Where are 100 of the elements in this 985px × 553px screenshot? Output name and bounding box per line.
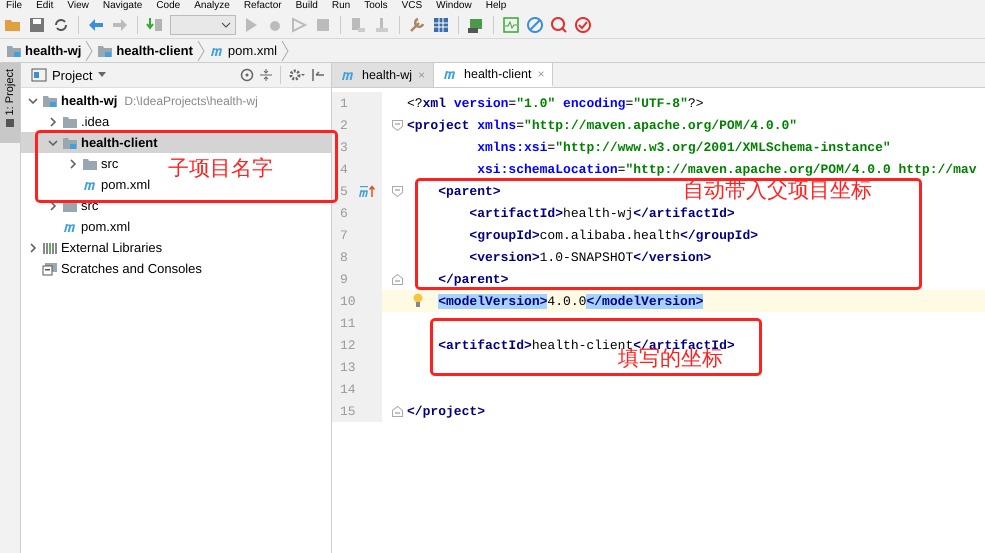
- code-token: <parent>: [438, 184, 501, 198]
- menu-item[interactable]: Refactor: [244, 0, 282, 12]
- breadcrumb-separator-icon: [196, 40, 205, 62]
- line-number: 14: [339, 382, 356, 396]
- hide-panel-icon[interactable]: [311, 68, 325, 82]
- menu-item[interactable]: Run: [332, 0, 350, 12]
- line-number: 9: [339, 272, 349, 286]
- line-number: 15: [339, 404, 356, 418]
- code-token: </artifactId>: [633, 206, 735, 220]
- folder-icon: [82, 156, 98, 170]
- check-circle-icon[interactable]: [574, 16, 592, 34]
- tree-item-label: .idea: [81, 114, 110, 129]
- code-token: "1.0": [516, 96, 556, 110]
- line-number: 11: [339, 316, 356, 330]
- menu-item[interactable]: Navigate: [102, 0, 142, 12]
- code-token: "http://maven.apache.org/POM/4.0.0 http://mav: [625, 162, 977, 176]
- module-folder-icon: [6, 44, 22, 58]
- menu-item[interactable]: View: [67, 0, 89, 12]
- code-token: xsi:schemaLocation: [477, 162, 618, 176]
- fold-marker-icon[interactable]: [392, 186, 403, 196]
- tree-item[interactable]: health-wj D:\IdeaProjects\health-wj: [21, 90, 262, 111]
- tree-item[interactable]: pom.xml: [21, 216, 134, 237]
- editor-tab[interactable]: health-client ×: [434, 63, 554, 87]
- locate-icon[interactable]: [240, 68, 254, 82]
- tree-item-label: pom.xml: [81, 219, 130, 234]
- scratches-icon: [42, 262, 58, 276]
- code-token: </parent>: [438, 272, 508, 286]
- tree-item[interactable]: src: [21, 153, 122, 174]
- tree-item[interactable]: Scratches and Consoles: [21, 258, 206, 279]
- code-token: xmlns: [477, 118, 516, 132]
- code-token: =: [618, 162, 626, 176]
- code-token: version: [454, 96, 508, 110]
- project-tool-tab[interactable]: 1: Project: [0, 63, 20, 143]
- tree-item-label: src: [101, 156, 118, 171]
- code-token: </modelVersion>: [586, 294, 704, 308]
- fold-marker-icon[interactable]: [392, 274, 403, 284]
- save-icon[interactable]: [28, 16, 46, 34]
- tree-item[interactable]: External Libraries: [21, 237, 166, 258]
- menu-item[interactable]: Code: [156, 0, 180, 12]
- fold-marker-icon[interactable]: [392, 120, 403, 130]
- prohibited-icon[interactable]: [526, 16, 544, 34]
- panel-title[interactable]: Project: [52, 68, 92, 82]
- code-token: "UTF-8": [633, 96, 688, 110]
- code-token: =: [625, 96, 634, 110]
- line-number: 7: [339, 228, 349, 242]
- tree-item[interactable]: health-client: [21, 132, 331, 153]
- fold-marker-icon[interactable]: [392, 406, 403, 416]
- sync-icon[interactable]: [52, 16, 70, 34]
- build-icon[interactable]: [146, 16, 164, 34]
- menu-item[interactable]: Analyze: [194, 0, 230, 12]
- code-token: com.alibaba.health: [540, 228, 680, 242]
- settings-icon[interactable]: [288, 68, 306, 82]
- search-icon[interactable]: [550, 16, 568, 34]
- annotation-label: 子项目名字: [168, 158, 273, 179]
- breadcrumb-separator-icon: [85, 40, 94, 62]
- tree-item-label: Scratches and Consoles: [61, 261, 202, 276]
- menu-item[interactable]: Edit: [36, 0, 54, 12]
- project-view-icon: [31, 68, 47, 82]
- tree-item[interactable]: src: [21, 195, 102, 216]
- collapse-all-icon[interactable]: [259, 68, 273, 82]
- menu-item[interactable]: File: [6, 0, 22, 12]
- line-number: 13: [339, 360, 356, 374]
- line-number: 1: [339, 96, 349, 110]
- line-number: 12: [339, 338, 356, 352]
- code-token: ?>: [688, 96, 704, 110]
- lightbulb-icon[interactable]: [412, 293, 424, 309]
- panel-icon: [6, 119, 14, 128]
- menu-item[interactable]: VCS: [402, 0, 422, 12]
- tools-icon[interactable]: [408, 16, 426, 34]
- line-number: 5: [339, 184, 349, 198]
- tree-item-label: External Libraries: [61, 240, 162, 255]
- line-number: 4: [339, 162, 349, 176]
- project-structure-icon[interactable]: [432, 16, 450, 34]
- project-path: D:\IdeaProjects\health-wj: [124, 94, 258, 108]
- menu-item[interactable]: Help: [486, 0, 506, 12]
- code-token: health-wj: [563, 206, 634, 220]
- tree-item[interactable]: .idea: [21, 111, 114, 132]
- breadcrumb[interactable]: pom.xml: [208, 43, 278, 58]
- code-token: =: [547, 140, 556, 154]
- dropdown-caret-icon[interactable]: [97, 72, 108, 78]
- line-number: 8: [339, 250, 349, 264]
- editor-tab[interactable]: health-wj ×: [332, 63, 434, 87]
- tree-item-label: pom.xml: [101, 177, 150, 192]
- monitor-icon[interactable]: [502, 16, 520, 34]
- code-token: <artifactId>: [469, 206, 564, 220]
- module-folder-icon: [97, 44, 114, 58]
- annotation-label: 自动带入父项目坐标: [683, 180, 872, 201]
- line-number: 10: [339, 294, 356, 308]
- menu-item[interactable]: Window: [436, 0, 472, 12]
- breadcrumb[interactable]: health-wj: [6, 43, 82, 58]
- breadcrumb-separator-icon: [281, 40, 290, 62]
- code-token: <version>: [469, 250, 540, 264]
- code-token: xml: [422, 96, 446, 110]
- menu-item[interactable]: Build: [296, 0, 318, 12]
- maven-parent-icon[interactable]: [358, 183, 376, 199]
- menu-item[interactable]: Tools: [364, 0, 388, 12]
- code-token: </version>: [633, 250, 712, 264]
- breadcrumb[interactable]: health-client: [97, 43, 193, 58]
- code-token: "http://maven.apache.org/POM/4.0.0": [524, 118, 798, 132]
- tree-item[interactable]: pom.xml: [21, 174, 154, 195]
